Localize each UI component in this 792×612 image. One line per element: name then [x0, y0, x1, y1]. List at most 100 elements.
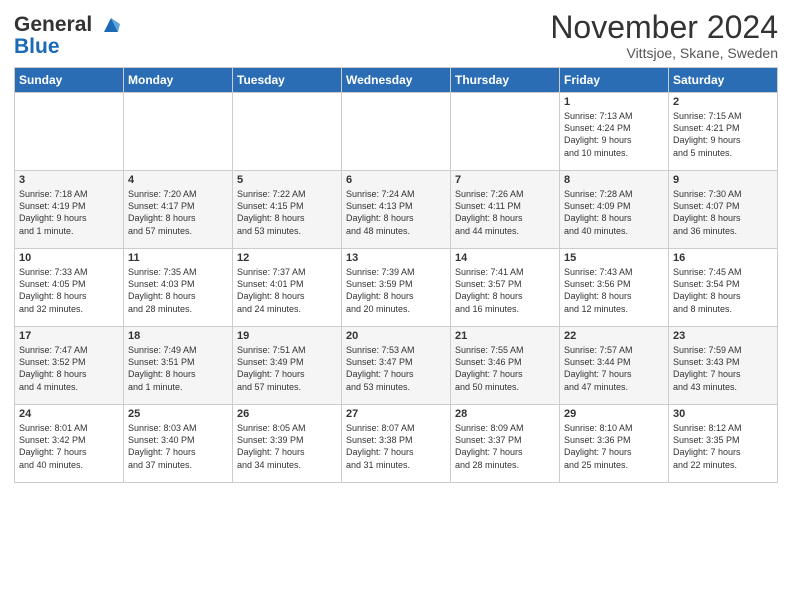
- logo: General Blue: [14, 14, 122, 59]
- cell-2-5: 15Sunrise: 7:43 AM Sunset: 3:56 PM Dayli…: [560, 249, 669, 327]
- day-info: Sunrise: 7:55 AM Sunset: 3:46 PM Dayligh…: [455, 344, 555, 393]
- day-number: 25: [128, 408, 228, 420]
- cell-2-1: 11 Sunrise: 7:35 AM Sunset: 4:03 PM Dayli…: [124, 249, 233, 327]
- cell-0-6: 2 Sunrise: 7:15 AM Sunset: 4:21 PM Daylig…: [669, 93, 778, 171]
- day-info: Sunrise: 8:05 AM Sunset: 3:39 PM Dayligh…: [237, 422, 337, 471]
- day-number: 6: [346, 174, 446, 186]
- day-number: 29: [564, 408, 664, 420]
- day-info: Sunrise: 7:37 AM Sunset: 4:01 PM Dayligh…: [237, 266, 337, 315]
- calendar: Sunday Monday Tuesday Wednesday Thursday…: [14, 67, 778, 483]
- day-number: 5: [237, 174, 337, 186]
- day-number: 2: [673, 96, 773, 108]
- col-friday: Friday: [560, 68, 669, 93]
- day-info: Sunrise: 7:28 AM Sunset: 4:09 PM Dayligh…: [564, 188, 664, 237]
- day-number: 20: [346, 330, 446, 342]
- day-info: Sunrise: 8:01 AM Sunset: 3:42 PM Dayligh…: [19, 422, 119, 471]
- day-info: Sunrise: 7:15 AM Sunset: 4:21 PM Dayligh…: [673, 110, 773, 159]
- day-number: 14: [455, 252, 555, 264]
- day-number: 28: [455, 408, 555, 420]
- cell-0-5: 1Sunrise: 7:13 AM Sunset: 4:24 PM Daylig…: [560, 93, 669, 171]
- cell-1-4: 7Sunrise: 7:26 AM Sunset: 4:11 PM Daylig…: [451, 171, 560, 249]
- day-info: Sunrise: 7:45 AM Sunset: 3:54 PM Dayligh…: [673, 266, 773, 315]
- cell-4-0: 24 Sunrise: 8:01 AM Sunset: 3:42 PM Dayli…: [15, 405, 124, 483]
- header: General Blue November 2024 Vittsjoe, Ska…: [14, 10, 778, 61]
- location-subtitle: Vittsjoe, Skane, Sweden: [550, 45, 778, 61]
- day-info: Sunrise: 8:07 AM Sunset: 3:38 PM Dayligh…: [346, 422, 446, 471]
- cell-1-6: 9 Sunrise: 7:30 AM Sunset: 4:07 PM Daylig…: [669, 171, 778, 249]
- day-number: 24: [19, 408, 119, 420]
- day-info: Sunrise: 8:03 AM Sunset: 3:40 PM Dayligh…: [128, 422, 228, 471]
- week-row-4: 24 Sunrise: 8:01 AM Sunset: 3:42 PM Dayli…: [15, 405, 778, 483]
- cell-2-4: 14 Sunrise: 7:41 AM Sunset: 3:57 PM Dayli…: [451, 249, 560, 327]
- day-number: 16: [673, 252, 773, 264]
- day-info: Sunrise: 8:12 AM Sunset: 3:35 PM Dayligh…: [673, 422, 773, 471]
- day-number: 18: [128, 330, 228, 342]
- day-info: Sunrise: 8:09 AM Sunset: 3:37 PM Dayligh…: [455, 422, 555, 471]
- day-info: Sunrise: 7:22 AM Sunset: 4:15 PM Dayligh…: [237, 188, 337, 237]
- cell-1-0: 3 Sunrise: 7:18 AM Sunset: 4:19 PM Daylig…: [15, 171, 124, 249]
- week-row-3: 17 Sunrise: 7:47 AM Sunset: 3:52 PM Dayli…: [15, 327, 778, 405]
- col-monday: Monday: [124, 68, 233, 93]
- day-number: 26: [237, 408, 337, 420]
- day-info: Sunrise: 7:30 AM Sunset: 4:07 PM Dayligh…: [673, 188, 773, 237]
- cell-3-2: 19 Sunrise: 7:51 AM Sunset: 3:49 PM Dayli…: [233, 327, 342, 405]
- day-info: Sunrise: 7:57 AM Sunset: 3:44 PM Dayligh…: [564, 344, 664, 393]
- day-number: 19: [237, 330, 337, 342]
- day-info: Sunrise: 7:53 AM Sunset: 3:47 PM Dayligh…: [346, 344, 446, 393]
- day-info: Sunrise: 7:20 AM Sunset: 4:17 PM Dayligh…: [128, 188, 228, 237]
- title-block: November 2024 Vittsjoe, Skane, Sweden: [550, 10, 778, 61]
- logo-line2: Blue: [14, 36, 122, 58]
- day-info: Sunrise: 7:18 AM Sunset: 4:19 PM Dayligh…: [19, 188, 119, 237]
- cell-1-3: 6 Sunrise: 7:24 AM Sunset: 4:13 PM Daylig…: [342, 171, 451, 249]
- page: General Blue November 2024 Vittsjoe, Ska…: [0, 0, 792, 612]
- day-info: Sunrise: 7:59 AM Sunset: 3:43 PM Dayligh…: [673, 344, 773, 393]
- day-info: Sunrise: 7:35 AM Sunset: 4:03 PM Dayligh…: [128, 266, 228, 315]
- day-info: Sunrise: 7:41 AM Sunset: 3:57 PM Dayligh…: [455, 266, 555, 315]
- day-number: 21: [455, 330, 555, 342]
- cell-0-3: [342, 93, 451, 171]
- day-number: 23: [673, 330, 773, 342]
- cell-2-6: 16 Sunrise: 7:45 AM Sunset: 3:54 PM Dayli…: [669, 249, 778, 327]
- logo-text: General Blue: [14, 14, 122, 59]
- cell-4-4: 28 Sunrise: 8:09 AM Sunset: 3:37 PM Dayli…: [451, 405, 560, 483]
- week-row-2: 10 Sunrise: 7:33 AM Sunset: 4:05 PM Dayli…: [15, 249, 778, 327]
- cell-3-1: 18Sunrise: 7:49 AM Sunset: 3:51 PM Dayli…: [124, 327, 233, 405]
- logo-icon: [100, 14, 122, 36]
- logo-line1: General: [14, 14, 122, 36]
- calendar-header-row: Sunday Monday Tuesday Wednesday Thursday…: [15, 68, 778, 93]
- day-info: Sunrise: 7:26 AM Sunset: 4:11 PM Dayligh…: [455, 188, 555, 237]
- day-info: Sunrise: 7:39 AM Sunset: 3:59 PM Dayligh…: [346, 266, 446, 315]
- day-info: Sunrise: 8:10 AM Sunset: 3:36 PM Dayligh…: [564, 422, 664, 471]
- cell-4-2: 26 Sunrise: 8:05 AM Sunset: 3:39 PM Dayli…: [233, 405, 342, 483]
- cell-1-1: 4Sunrise: 7:20 AM Sunset: 4:17 PM Daylig…: [124, 171, 233, 249]
- cell-0-2: [233, 93, 342, 171]
- day-info: Sunrise: 7:51 AM Sunset: 3:49 PM Dayligh…: [237, 344, 337, 393]
- cell-2-0: 10 Sunrise: 7:33 AM Sunset: 4:05 PM Dayli…: [15, 249, 124, 327]
- day-info: Sunrise: 7:24 AM Sunset: 4:13 PM Dayligh…: [346, 188, 446, 237]
- col-saturday: Saturday: [669, 68, 778, 93]
- day-number: 22: [564, 330, 664, 342]
- day-info: Sunrise: 7:33 AM Sunset: 4:05 PM Dayligh…: [19, 266, 119, 315]
- cell-0-0: [15, 93, 124, 171]
- cell-1-2: 5 Sunrise: 7:22 AM Sunset: 4:15 PM Daylig…: [233, 171, 342, 249]
- day-info: Sunrise: 7:13 AM Sunset: 4:24 PM Dayligh…: [564, 110, 664, 159]
- day-info: Sunrise: 7:47 AM Sunset: 3:52 PM Dayligh…: [19, 344, 119, 393]
- day-number: 11: [128, 252, 228, 264]
- col-tuesday: Tuesday: [233, 68, 342, 93]
- cell-0-1: [124, 93, 233, 171]
- day-number: 17: [19, 330, 119, 342]
- day-number: 10: [19, 252, 119, 264]
- month-title: November 2024: [550, 10, 778, 45]
- col-sunday: Sunday: [15, 68, 124, 93]
- week-row-0: 1Sunrise: 7:13 AM Sunset: 4:24 PM Daylig…: [15, 93, 778, 171]
- day-number: 3: [19, 174, 119, 186]
- day-number: 13: [346, 252, 446, 264]
- day-number: 9: [673, 174, 773, 186]
- cell-1-5: 8Sunrise: 7:28 AM Sunset: 4:09 PM Daylig…: [560, 171, 669, 249]
- day-number: 15: [564, 252, 664, 264]
- day-number: 27: [346, 408, 446, 420]
- cell-4-5: 29 Sunrise: 8:10 AM Sunset: 3:36 PM Dayli…: [560, 405, 669, 483]
- cell-4-6: 30Sunrise: 8:12 AM Sunset: 3:35 PM Dayli…: [669, 405, 778, 483]
- col-thursday: Thursday: [451, 68, 560, 93]
- cell-3-3: 20 Sunrise: 7:53 AM Sunset: 3:47 PM Dayli…: [342, 327, 451, 405]
